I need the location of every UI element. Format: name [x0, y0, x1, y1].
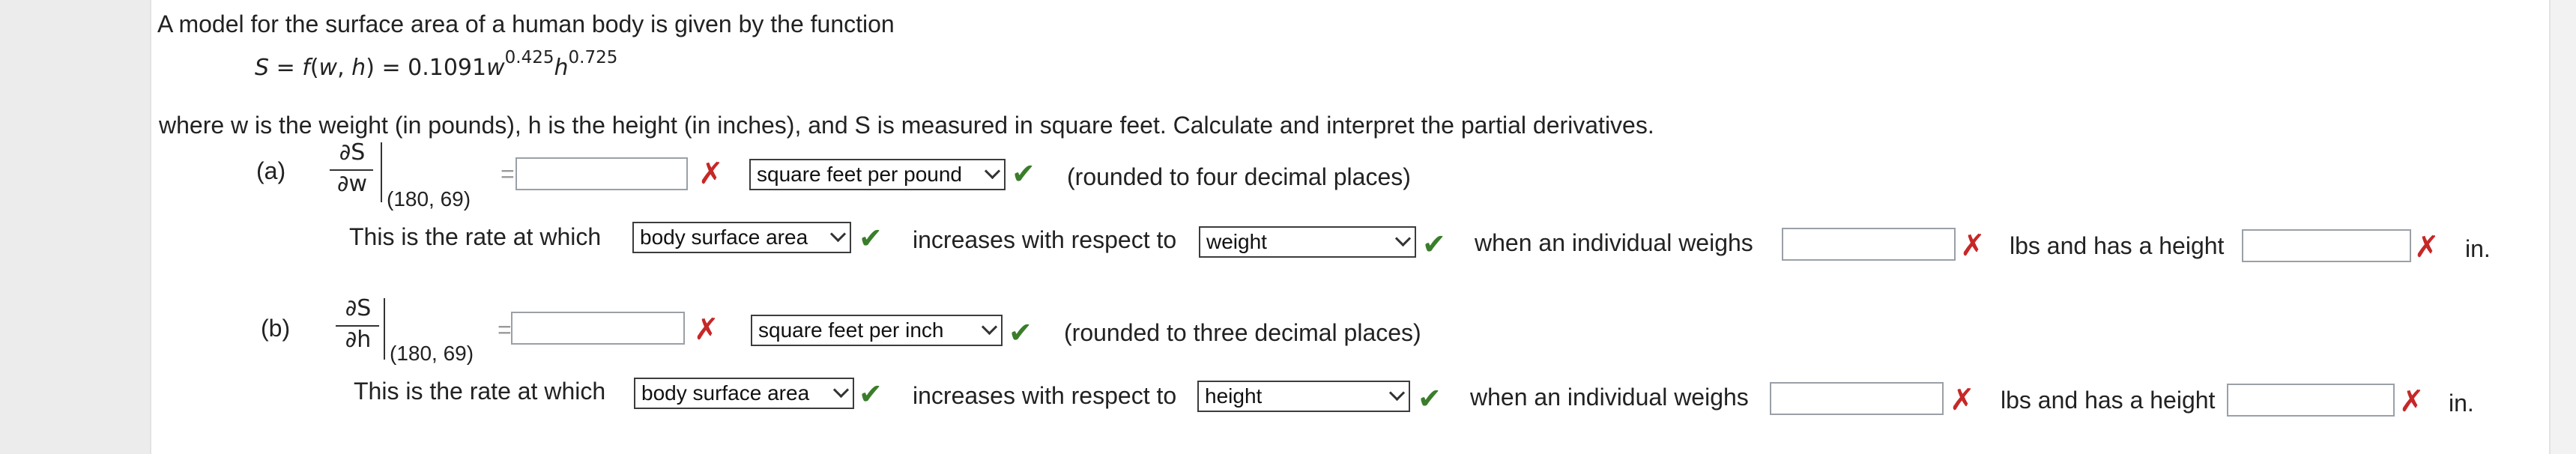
check-icon: ✔	[1009, 316, 1032, 349]
part-b-unit-selected: square feet per inch	[758, 318, 944, 342]
chevron-down-icon	[1388, 384, 1406, 402]
part-a-numerator: ∂S	[339, 139, 366, 166]
part-b-label: (b)	[261, 315, 291, 342]
part-a-when-text: when an individual weighs	[1475, 229, 1753, 256]
part-b-in-text: in.	[2449, 390, 2474, 417]
formula-h-exponent: 0.725	[568, 48, 618, 67]
check-icon: ✔	[859, 378, 883, 411]
part-a-rounding-note: (rounded to four decimal places)	[1067, 163, 1411, 190]
chevron-down-icon	[984, 163, 1001, 180]
part-a-in-text: in.	[2465, 235, 2491, 262]
part-b-height-input[interactable]	[2227, 384, 2395, 417]
part-b-numerator: ∂S	[345, 295, 372, 321]
chevron-down-icon	[1394, 230, 1412, 247]
part-a-equals: =	[501, 160, 515, 187]
formula-coefficient: = 0.1091	[374, 55, 487, 81]
part-a-interp-prefix: This is the rate at which	[349, 223, 602, 250]
chevron-down-icon	[829, 226, 847, 243]
part-b-unit-select[interactable]: square feet per inch	[751, 315, 1003, 346]
part-a-lbs-text: lbs and has a height	[2010, 232, 2225, 259]
part-a-eval-point: (180, 69)	[387, 187, 471, 211]
check-icon: ✔	[859, 222, 883, 255]
x-icon: ✗	[2399, 384, 2425, 419]
part-a-answer-input[interactable]	[515, 157, 688, 190]
surface-area-formula: S = f(w, h) = 0.1091w0.425h0.725	[255, 48, 617, 81]
x-icon: ✗	[698, 157, 724, 191]
part-b-variable-selected: height	[1205, 384, 1263, 408]
part-b-rounding-note: (rounded to three decimal places)	[1064, 319, 1421, 346]
part-a-quantity-selected: body surface area	[640, 226, 808, 249]
part-a-variable-selected: weight	[1206, 230, 1267, 253]
check-icon: ✔	[1418, 382, 1442, 415]
part-a-unit-selected: square feet per pound	[757, 163, 962, 186]
part-a-height-input[interactable]	[2242, 229, 2411, 262]
x-icon: ✗	[694, 312, 719, 347]
part-b-weight-input[interactable]	[1770, 382, 1944, 415]
part-a-weight-input[interactable]	[1782, 228, 1956, 261]
part-a-eval-bar	[381, 142, 382, 202]
formula-w: w	[318, 55, 338, 81]
part-b-quantity-select[interactable]: body surface area	[634, 378, 854, 409]
part-b-variable-select[interactable]: height	[1197, 381, 1410, 412]
part-a-increases-text: increases with respect to	[913, 226, 1177, 253]
description-text: where w is the weight (in pounds), h is …	[159, 112, 1654, 139]
part-a-quantity-select[interactable]: body surface area	[632, 222, 851, 253]
part-a-label: (a)	[256, 157, 286, 184]
formula-lhs: S =	[255, 55, 303, 81]
part-a-denominator: ∂w	[336, 171, 368, 197]
part-b-eval-point: (180, 69)	[390, 342, 474, 365]
chevron-down-icon	[832, 381, 850, 399]
formula-comma: ,	[337, 55, 352, 81]
part-a-variable-select[interactable]: weight	[1199, 226, 1416, 258]
part-b-quantity-selected: body surface area	[641, 381, 810, 405]
check-icon: ✔	[1422, 228, 1446, 261]
intro-text: A model for the surface area of a human …	[157, 10, 895, 37]
part-b-denominator: ∂h	[345, 327, 372, 353]
formula-h-base: h	[554, 55, 569, 81]
left-margin	[0, 0, 150, 454]
formula-func: f	[302, 55, 310, 81]
part-b-when-text: when an individual weighs	[1470, 384, 1749, 411]
formula-w-exponent: 0.425	[504, 48, 554, 67]
x-icon: ✗	[1960, 228, 1986, 263]
part-a-unit-select[interactable]: square feet per pound	[749, 159, 1006, 190]
part-b-increases-text: increases with respect to	[913, 382, 1177, 409]
check-icon: ✔	[1012, 157, 1035, 190]
part-b-answer-input[interactable]	[511, 312, 685, 345]
part-b-interp-prefix: This is the rate at which	[354, 378, 606, 405]
part-b-lbs-text: lbs and has a height	[2001, 387, 2216, 414]
formula-args-open: (	[309, 55, 319, 81]
x-icon: ✗	[2414, 230, 2440, 264]
chevron-down-icon	[981, 318, 998, 336]
formula-w-base: w	[486, 55, 505, 81]
x-icon: ✗	[1950, 383, 1975, 417]
part-b-eval-bar	[384, 298, 385, 360]
formula-args-close: )	[366, 55, 375, 81]
formula-h: h	[351, 55, 366, 81]
part-b-equals: =	[498, 316, 512, 343]
